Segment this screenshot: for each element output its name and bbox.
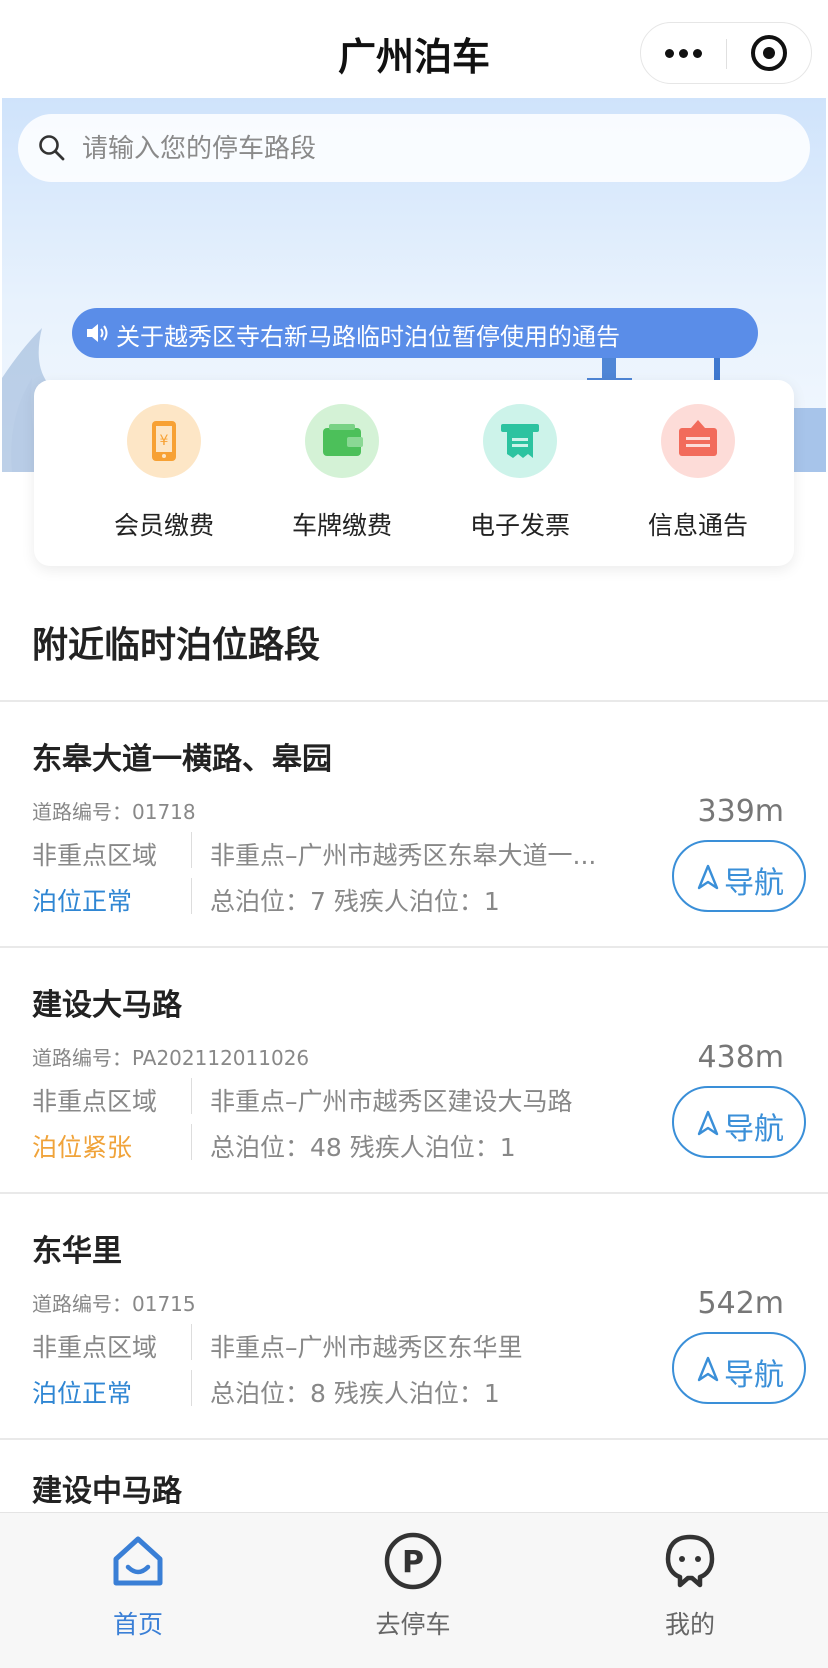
lot-code: 道路编号：PA202112011026 [32, 1046, 310, 1070]
member-payment-button[interactable]: ¥ 会员缴费 [94, 404, 234, 542]
list-item[interactable]: 建设中马路 [0, 1440, 828, 1512]
navigate-button[interactable]: 导航 [672, 840, 806, 912]
separator [191, 878, 192, 914]
plate-payment-label: 车牌缴费 [291, 511, 392, 540]
lot-distance: 542m [697, 1286, 784, 1321]
tab-go-park-label: 去停车 [375, 1610, 451, 1639]
lot-code: 道路编号：01715 [32, 1292, 196, 1316]
separator [191, 1324, 192, 1360]
navigation-arrow-icon [697, 1356, 719, 1382]
close-target-icon[interactable] [751, 35, 787, 71]
navigate-button[interactable]: 导航 [672, 1332, 806, 1404]
parking-icon: P [384, 1532, 442, 1590]
separator [191, 1370, 192, 1406]
lot-name: 东华里 [32, 1234, 122, 1269]
notice-banner[interactable]: 关于越秀区寺右新马路临时泊位暂停使用的通告 [72, 308, 758, 358]
profile-icon [665, 1534, 715, 1588]
section-title: 附近临时泊位路段 [32, 625, 321, 666]
lot-name: 建设中马路 [32, 1474, 182, 1509]
capsule-divider [726, 39, 727, 69]
miniprogram-capsule [640, 22, 812, 84]
more-icon[interactable] [641, 23, 727, 83]
lot-name: 建设大马路 [32, 988, 182, 1023]
lot-name: 东皋大道一横路、皋园 [32, 742, 332, 777]
tab-go-park[interactable]: P 去停车 [313, 1531, 513, 1641]
tab-profile-label: 我的 [664, 1610, 715, 1639]
svg-text:P: P [402, 1545, 424, 1580]
receipt-icon [483, 404, 557, 478]
lot-status: 泊位紧张 [32, 1133, 133, 1162]
e-invoice-label: 电子发票 [469, 511, 570, 540]
lot-area: 非重点区域 [32, 841, 158, 870]
speaker-icon [87, 324, 108, 342]
list-item[interactable]: 东华里 道路编号：01715 非重点区域 泊位正常 非重点–广州市越秀区东华里 … [0, 1194, 828, 1439]
navigate-button[interactable]: 导航 [672, 1086, 806, 1158]
tab-home-label: 首页 [112, 1610, 163, 1639]
quick-actions-card: ¥ 会员缴费 车牌缴费 电子发票 信息通告 [34, 380, 794, 566]
lot-status: 泊位正常 [32, 1379, 133, 1408]
member-payment-label: 会员缴费 [113, 511, 214, 540]
search-icon [39, 135, 65, 161]
lot-address: 非重点–广州市越秀区东华里 [210, 1333, 523, 1362]
lot-spots: 总泊位：7 残疾人泊位：1 [210, 887, 500, 916]
lot-distance: 438m [697, 1040, 784, 1075]
info-notice-button[interactable]: 信息通告 [628, 404, 768, 542]
lot-area: 非重点区域 [32, 1087, 158, 1116]
navigate-label: 导航 [724, 866, 784, 901]
lot-address: 非重点–广州市越秀区东皋大道一... [210, 841, 597, 870]
phone-yuan-icon: ¥ [127, 404, 201, 478]
e-invoice-button[interactable]: 电子发票 [450, 404, 590, 542]
wallet-icon [305, 404, 379, 478]
lot-spots: 总泊位：48 残疾人泊位：1 [210, 1133, 516, 1162]
list-item[interactable]: 建设大马路 道路编号：PA202112011026 非重点区域 泊位紧张 非重点… [0, 948, 828, 1193]
notice-board-icon [661, 404, 735, 478]
notice-text: 关于越秀区寺右新马路临时泊位暂停使用的通告 [116, 323, 620, 351]
tab-profile[interactable]: 我的 [590, 1531, 790, 1641]
home-icon [113, 1536, 163, 1586]
tab-home[interactable]: 首页 [38, 1531, 238, 1641]
search-bar[interactable] [18, 114, 810, 182]
lot-spots: 总泊位：8 残疾人泊位：1 [210, 1379, 500, 1408]
plate-payment-button[interactable]: 车牌缴费 [272, 404, 412, 542]
lot-status: 泊位正常 [32, 887, 133, 916]
navigate-label: 导航 [724, 1112, 784, 1147]
lot-code: 道路编号：01718 [32, 800, 196, 824]
navigate-label: 导航 [724, 1358, 784, 1393]
search-input[interactable] [80, 124, 784, 174]
lot-distance: 339m [697, 794, 784, 829]
navigation-arrow-icon [697, 1110, 719, 1136]
list-item[interactable]: 东皋大道一横路、皋园 道路编号：01718 非重点区域 泊位正常 非重点–广州市… [0, 702, 828, 947]
lot-area: 非重点区域 [32, 1333, 158, 1362]
bottom-tab-bar: 首页 P 去停车 我的 [0, 1512, 828, 1668]
svg-text:¥: ¥ [160, 433, 169, 449]
navigation-arrow-icon [697, 864, 719, 890]
title-bar: 广州泊车 [0, 0, 828, 98]
lot-address: 非重点–广州市越秀区建设大马路 [210, 1087, 573, 1116]
info-notice-label: 信息通告 [647, 511, 748, 540]
separator [191, 1078, 192, 1114]
separator [191, 832, 192, 868]
separator [191, 1124, 192, 1160]
